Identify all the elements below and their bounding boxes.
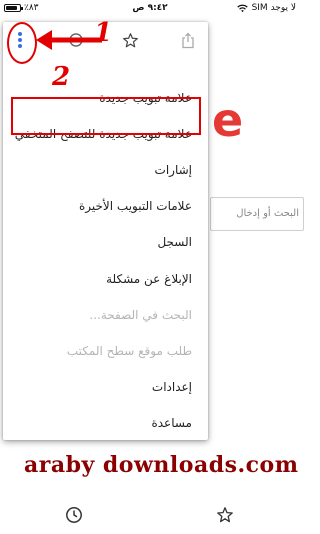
menu-item-help[interactable]: مساعدة <box>3 408 208 438</box>
carrier-indicator: لا يوجد SIM <box>236 3 296 13</box>
carrier-label: لا يوجد SIM <box>251 3 296 13</box>
star-icon[interactable] <box>214 504 236 526</box>
watermark: araby downloads.com <box>24 452 299 478</box>
status-bar: ٪٨٣ ٩:٤٢ ص لا يوجد SIM <box>0 0 300 18</box>
logo-fragment: e <box>212 93 244 147</box>
menu-item-bookmarks[interactable]: إشارات <box>3 155 208 185</box>
wifi-icon <box>236 4 248 12</box>
menu-item-request-desktop-site: طلب موقع سطح المكتب <box>66 344 192 358</box>
menu-item-history[interactable]: السجل <box>3 227 208 257</box>
share-icon[interactable] <box>177 29 199 51</box>
menu-item-find-in-page: البحث في الصفحة... <box>89 308 192 322</box>
menu-item-settings[interactable]: إعدادات <box>3 372 208 402</box>
annotation-number-1: 1 <box>94 18 113 48</box>
menu-item-report-issue[interactable]: الإبلاغ عن مشكلة <box>3 264 208 294</box>
overflow-menu: علامة تبويب جديدة علامة تبويب جديدة للتص… <box>3 22 208 440</box>
menu-item-recent-tabs[interactable]: علامات التبويب الأخيرة <box>3 191 208 221</box>
bottom-toolbar <box>0 498 300 534</box>
annotation-highlight-box <box>11 97 201 135</box>
history-icon[interactable] <box>63 504 85 526</box>
star-icon[interactable] <box>119 29 141 51</box>
annotation-circle <box>7 22 37 64</box>
search-input[interactable]: البحث أو إدخال <box>210 197 304 231</box>
annotation-number-2: 2 <box>52 62 71 92</box>
